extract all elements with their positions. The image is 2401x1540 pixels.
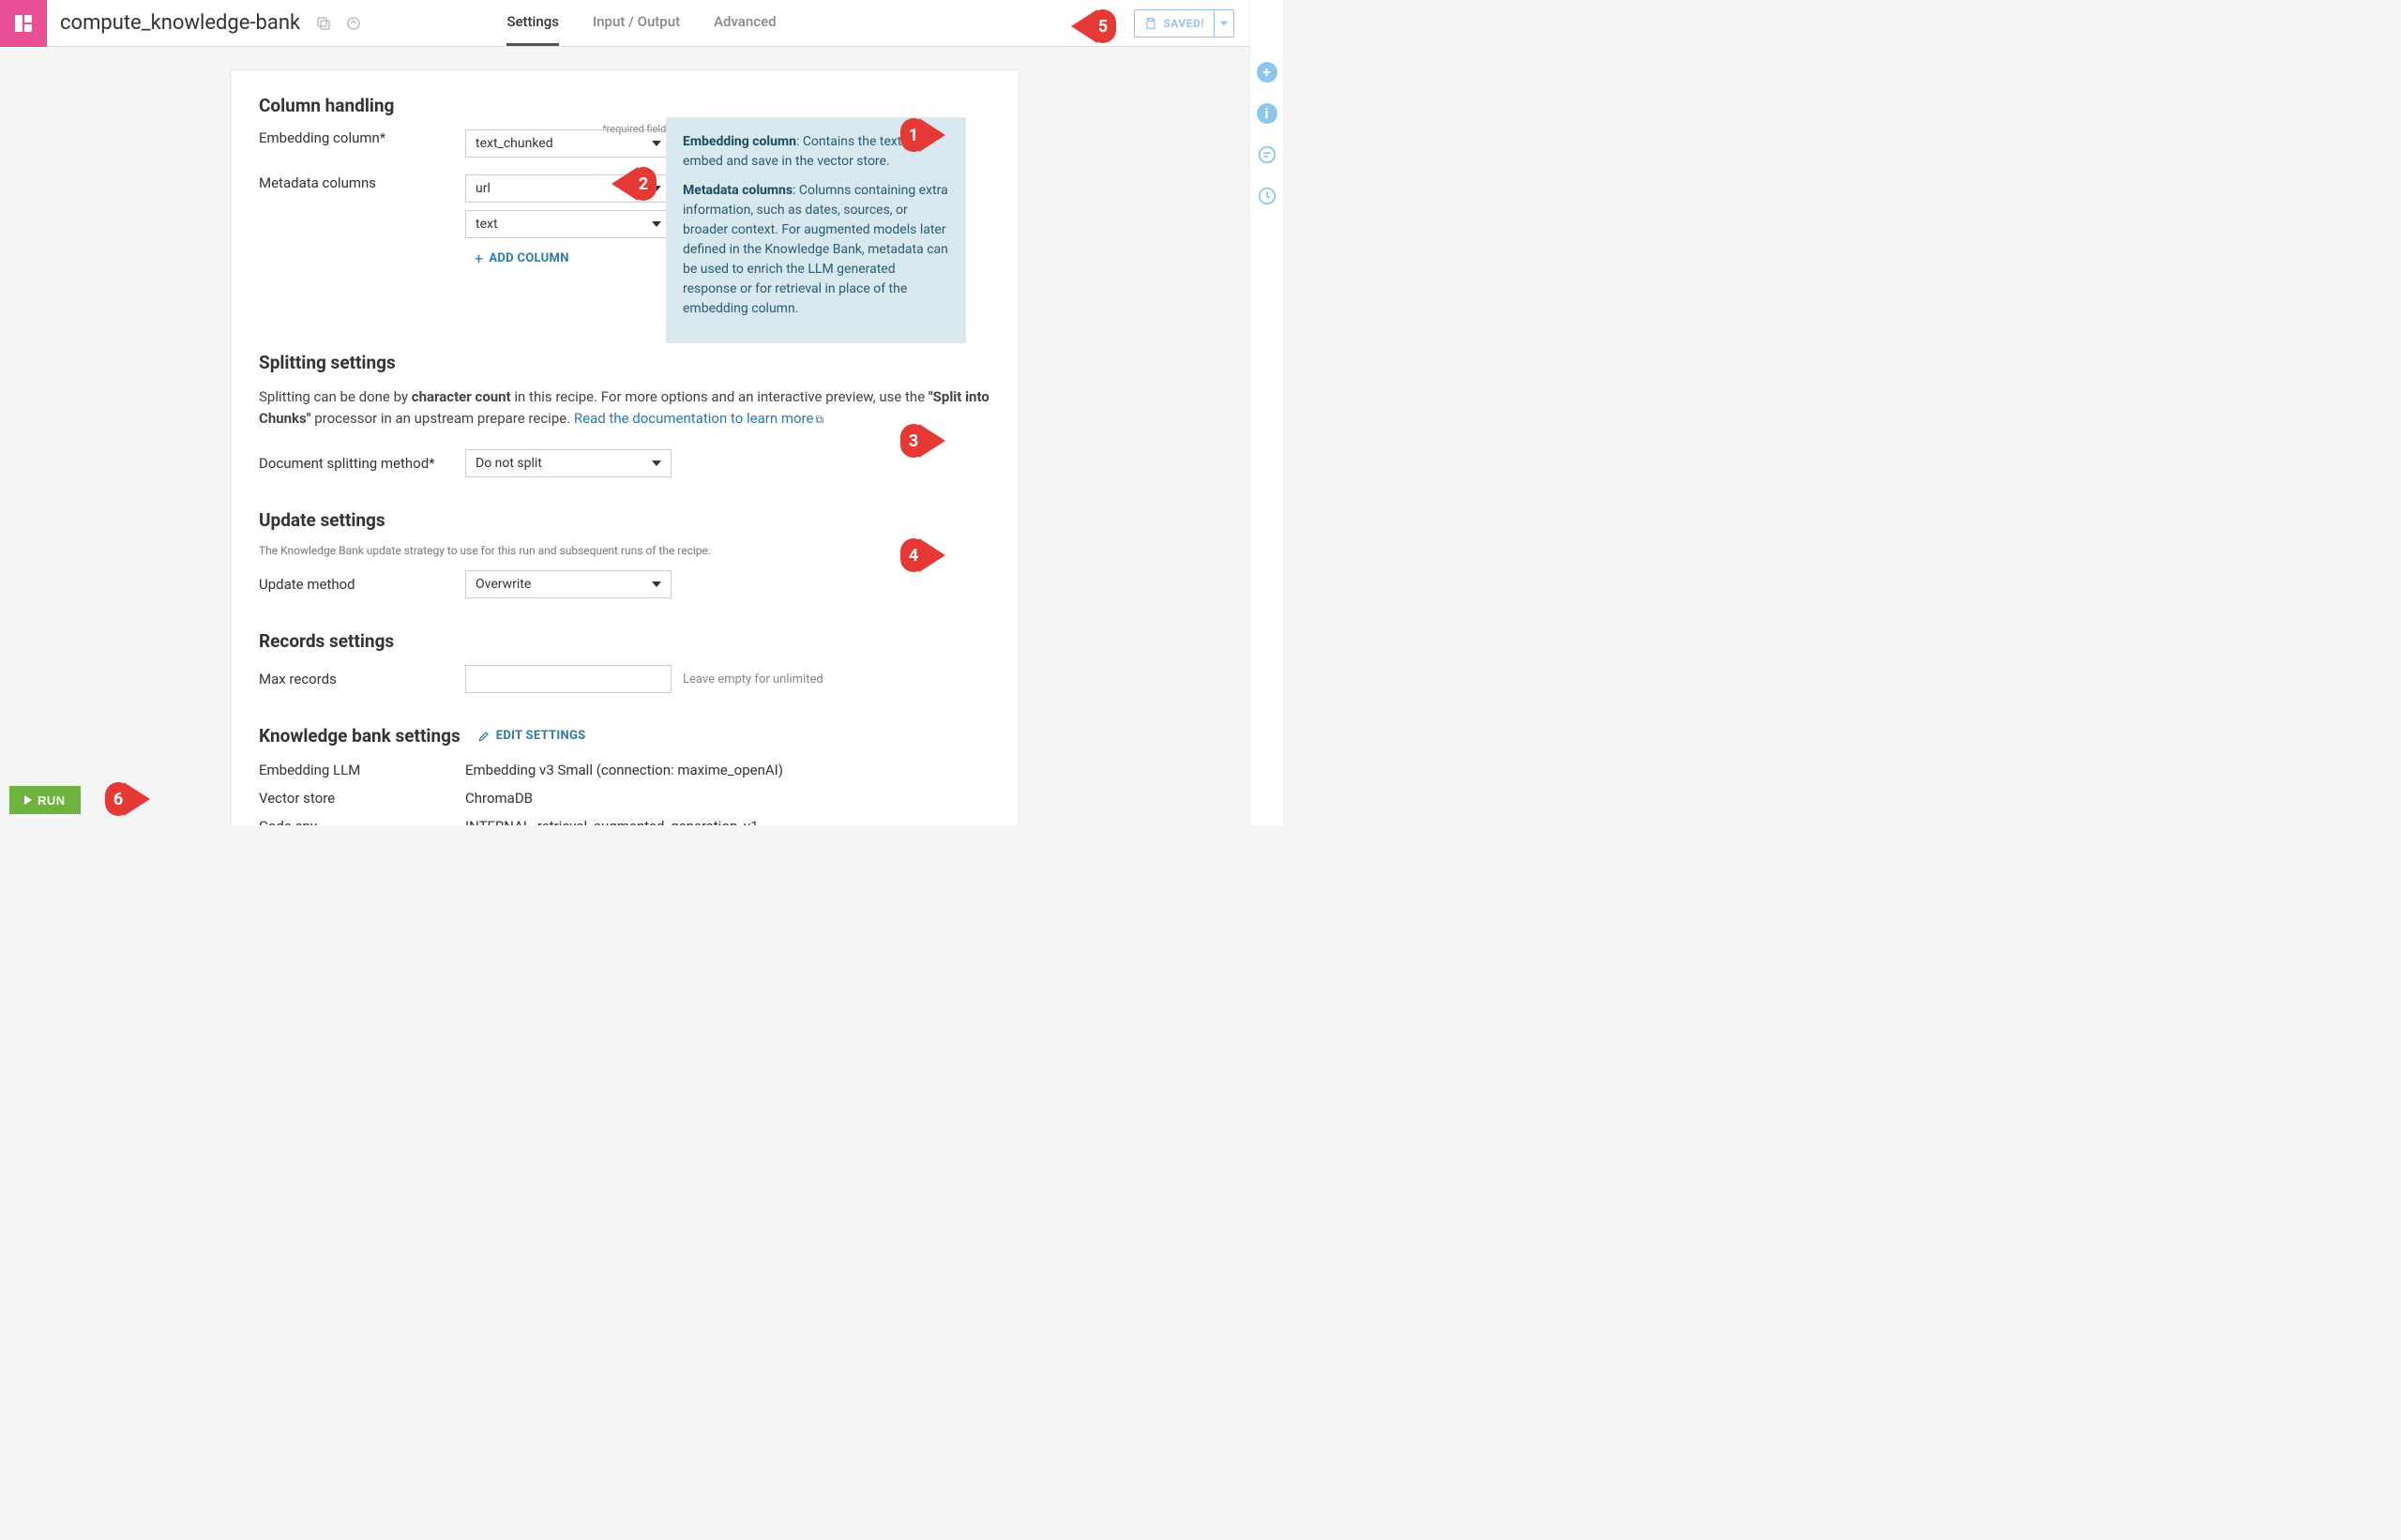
- rail-add-icon[interactable]: +: [1257, 62, 1277, 83]
- metadata-column-select-1[interactable]: text: [465, 210, 672, 238]
- update-method-select[interactable]: Overwrite: [465, 570, 672, 598]
- annotation-1: 1: [900, 118, 945, 152]
- rail-info-icon[interactable]: i: [1257, 103, 1277, 124]
- max-records-label: Max records: [259, 671, 465, 687]
- save-label: SAVED!: [1163, 17, 1204, 30]
- external-link-icon: ⧉: [815, 411, 823, 428]
- save-button[interactable]: SAVED!: [1134, 9, 1234, 38]
- tab-advanced[interactable]: Advanced: [714, 0, 776, 46]
- update-method-label: Update method: [259, 576, 465, 593]
- run-label: RUN: [38, 793, 66, 808]
- kb-row: Vector store ChromaDB: [259, 790, 990, 807]
- splitting-desc-bold1: character count: [412, 388, 511, 405]
- metadata-column-row: text: [465, 210, 696, 238]
- section-title-kb: Knowledge bank settings: [259, 725, 461, 747]
- kb-vector-store-label: Vector store: [259, 790, 465, 807]
- splitting-method-label: Document splitting method*: [259, 455, 465, 472]
- splitting-description: Splitting can be done by character count…: [259, 386, 990, 429]
- metadata-column-row: url: [465, 174, 696, 203]
- kb-vector-store-value: ChromaDB: [465, 790, 533, 807]
- edit-settings-label: EDIT SETTINGS: [496, 729, 586, 743]
- edit-settings-button[interactable]: EDIT SETTINGS: [477, 729, 586, 743]
- embedding-column-label: Embedding column*: [259, 129, 465, 146]
- metadata-column-value-1: text: [476, 217, 498, 232]
- save-icon: [1144, 17, 1157, 30]
- tab-settings[interactable]: Settings: [506, 0, 559, 46]
- chevron-down-icon: [652, 581, 661, 587]
- annotation-5: 5: [1071, 9, 1116, 43]
- annotation-6: 6: [105, 782, 150, 816]
- annotation-3: 3: [900, 424, 945, 458]
- section-title-update: Update settings: [259, 509, 990, 531]
- splitting-desc-pre: Splitting can be done by: [259, 388, 412, 405]
- annotation-2-number: 2: [630, 167, 657, 201]
- plus-icon: +: [475, 249, 483, 267]
- metadata-columns-label: Metadata columns: [259, 174, 465, 191]
- pencil-icon: [477, 730, 491, 743]
- kb-code-env-value: INTERNAL_retrieval_augmented_generation_…: [465, 818, 759, 825]
- recipe-name: compute_knowledge-bank: [60, 11, 300, 35]
- kb-row: Embedding LLM Embedding v3 Small (connec…: [259, 762, 990, 778]
- chevron-down-icon: [652, 141, 661, 146]
- main-stage: Column handling *required fields Embeddi…: [0, 47, 1249, 825]
- info-embedding-strong: Embedding column: [683, 134, 796, 149]
- run-button[interactable]: RUN: [9, 786, 81, 814]
- tab-input-output[interactable]: Input / Output: [593, 0, 680, 46]
- splitting-desc-mid: in this recipe. For more options and an …: [511, 388, 929, 405]
- play-icon: [24, 795, 32, 805]
- annotation-2: 2: [612, 167, 657, 201]
- splitting-method-value: Do not split: [476, 456, 542, 471]
- recipe-type-icon: [0, 0, 47, 47]
- max-records-hint: Leave empty for unlimited: [683, 672, 823, 687]
- chevron-down-icon: [652, 460, 661, 466]
- update-subtext: The Knowledge Bank update strategy to us…: [259, 544, 990, 557]
- section-title-column-handling: Column handling: [259, 95, 990, 116]
- right-rail: + i: [1249, 0, 1283, 825]
- embedding-column-value: text_chunked: [476, 136, 553, 151]
- kb-embedding-llm-label: Embedding LLM: [259, 762, 465, 778]
- splitting-doc-link-text: Read the documentation to learn more: [574, 410, 814, 427]
- annotation-4: 4: [900, 538, 945, 572]
- refresh-icon[interactable]: [345, 15, 362, 32]
- metadata-column-value-0: url: [476, 181, 491, 196]
- section-title-records: Records settings: [259, 630, 990, 652]
- add-column-label: ADD COLUMN: [489, 251, 568, 265]
- kb-embedding-llm-value: Embedding v3 Small (connection: maxime_o…: [465, 762, 783, 778]
- kb-code-env-label: Code env: [259, 818, 465, 825]
- update-method-value: Overwrite: [476, 577, 531, 592]
- save-dropdown-caret[interactable]: [1214, 10, 1233, 37]
- info-metadata-text: : Columns containing extra information, …: [683, 183, 948, 316]
- add-column-button[interactable]: + ADD COLUMN: [465, 249, 696, 267]
- splitting-doc-link[interactable]: Read the documentation to learn more⧉: [574, 410, 823, 427]
- section-title-splitting: Splitting settings: [259, 352, 990, 373]
- splitting-desc-post: processor in an upstream prepare recipe.: [311, 410, 574, 427]
- rail-chat-icon[interactable]: [1257, 144, 1277, 165]
- max-records-input[interactable]: [465, 665, 672, 693]
- splitting-method-select[interactable]: Do not split: [465, 449, 672, 477]
- annotation-5-number: 5: [1090, 9, 1116, 43]
- required-fields-note: *required fields: [602, 123, 672, 135]
- rail-history-icon[interactable]: [1257, 186, 1277, 206]
- chevron-down-icon: [652, 221, 661, 227]
- info-metadata-strong: Metadata columns: [683, 183, 793, 198]
- kb-row: Code env INTERNAL_retrieval_augmented_ge…: [259, 818, 990, 825]
- copy-icon[interactable]: [315, 15, 332, 32]
